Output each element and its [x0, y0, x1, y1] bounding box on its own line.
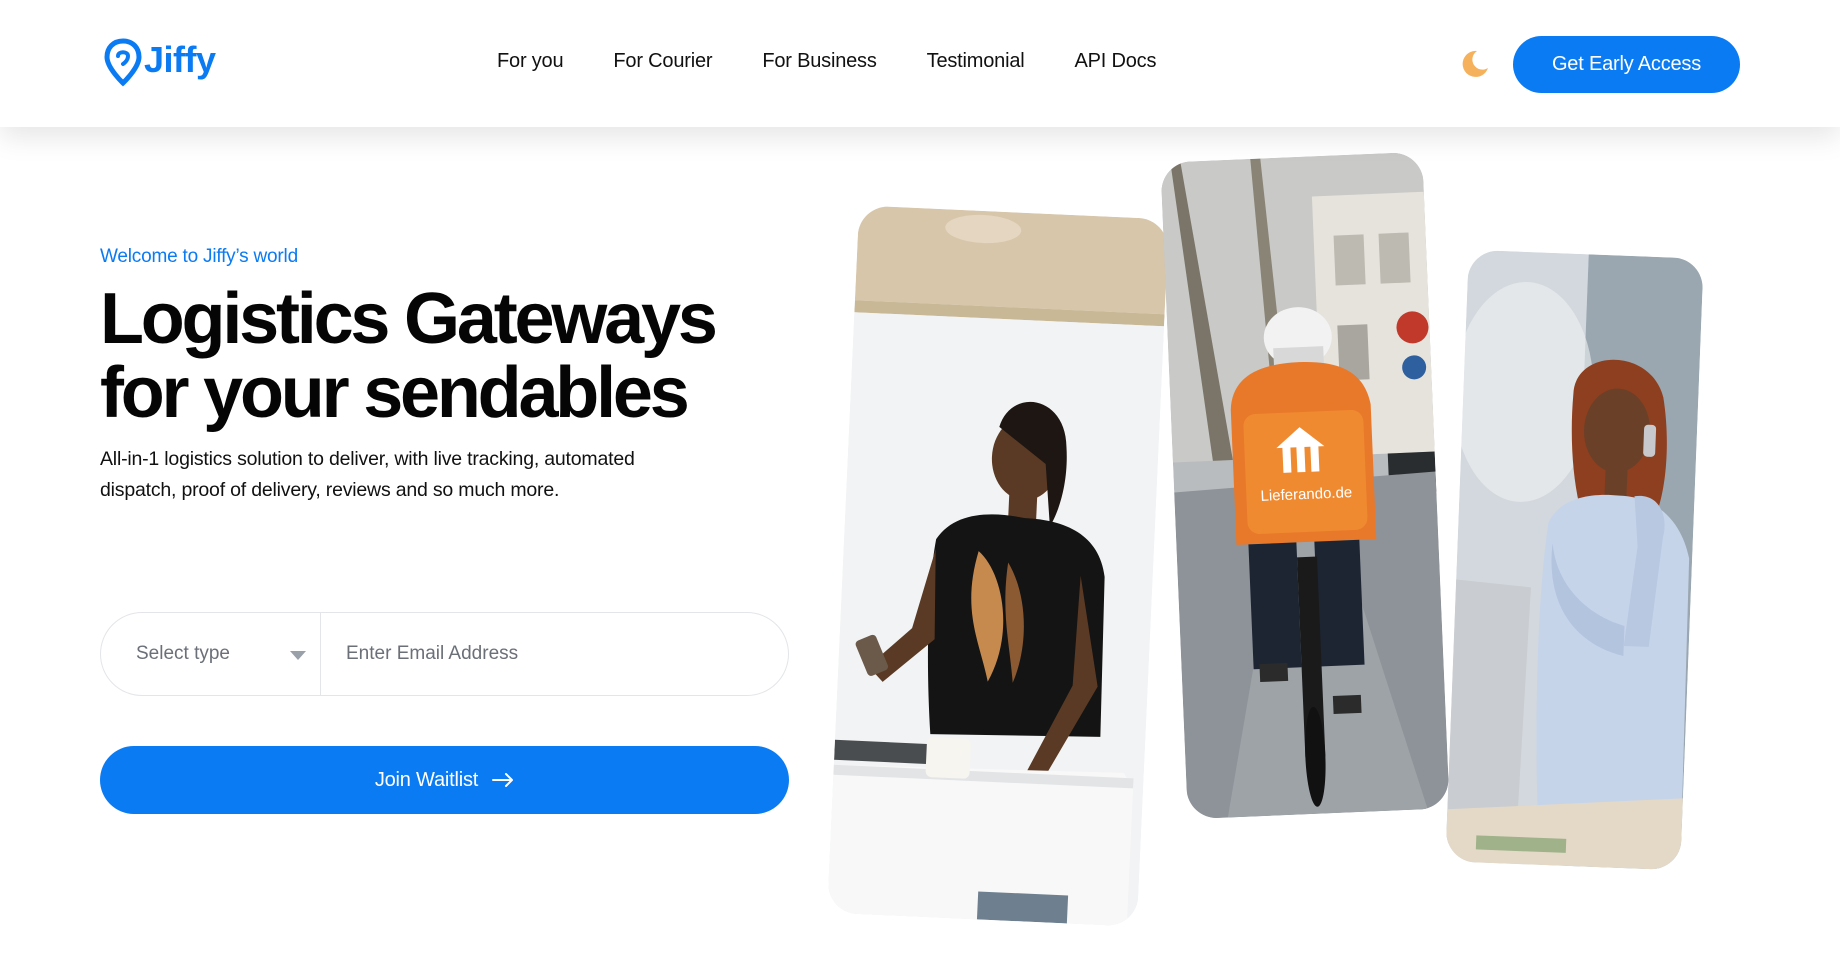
- join-waitlist-button[interactable]: Join Waitlist: [100, 746, 789, 814]
- moon-icon[interactable]: [1460, 49, 1490, 79]
- brand-name: Jiffy: [144, 39, 216, 80]
- type-select-value: Select type: [136, 643, 230, 664]
- hero-subtitle: All-in-1 logistics solution to deliver, …: [100, 448, 635, 501]
- nav-item-for-courier[interactable]: For Courier: [613, 50, 712, 73]
- caret-down-icon: [290, 651, 306, 660]
- man-with-phone-photo: [827, 205, 1169, 927]
- delivery-cyclist-photo: Lieferando.de: [1160, 151, 1450, 820]
- woman-on-phone-photo: [1445, 249, 1704, 871]
- email-input[interactable]: [321, 613, 788, 695]
- hero-eyebrow: Welcome to Jiffy’s world: [100, 246, 298, 267]
- nav-item-for-you[interactable]: For you: [497, 50, 564, 73]
- nav-item-testimonial[interactable]: Testimonial: [927, 50, 1025, 73]
- location-pin-icon: [104, 38, 142, 87]
- nav-item-for-business[interactable]: For Business: [762, 50, 877, 73]
- main-nav: For you For Courier For Business Testimo…: [497, 50, 1156, 73]
- waitlist-form: Select type: [100, 612, 789, 696]
- nav-item-api-docs[interactable]: API Docs: [1075, 50, 1157, 73]
- site-header: Jiffy For you For Courier For Business T…: [0, 0, 1840, 127]
- type-select[interactable]: Select type: [101, 613, 321, 695]
- headline-line-2: for your sendables: [100, 353, 690, 433]
- join-waitlist-label: Join Waitlist: [374, 768, 479, 791]
- hero-headline: Logistics Gateways for your sendables: [100, 279, 718, 433]
- headline-line-1: Logistics Gateways: [100, 279, 718, 359]
- brand-logo[interactable]: Jiffy: [104, 38, 216, 88]
- arrow-right-icon: [492, 773, 514, 787]
- get-early-access-button[interactable]: Get Early Access: [1513, 36, 1740, 93]
